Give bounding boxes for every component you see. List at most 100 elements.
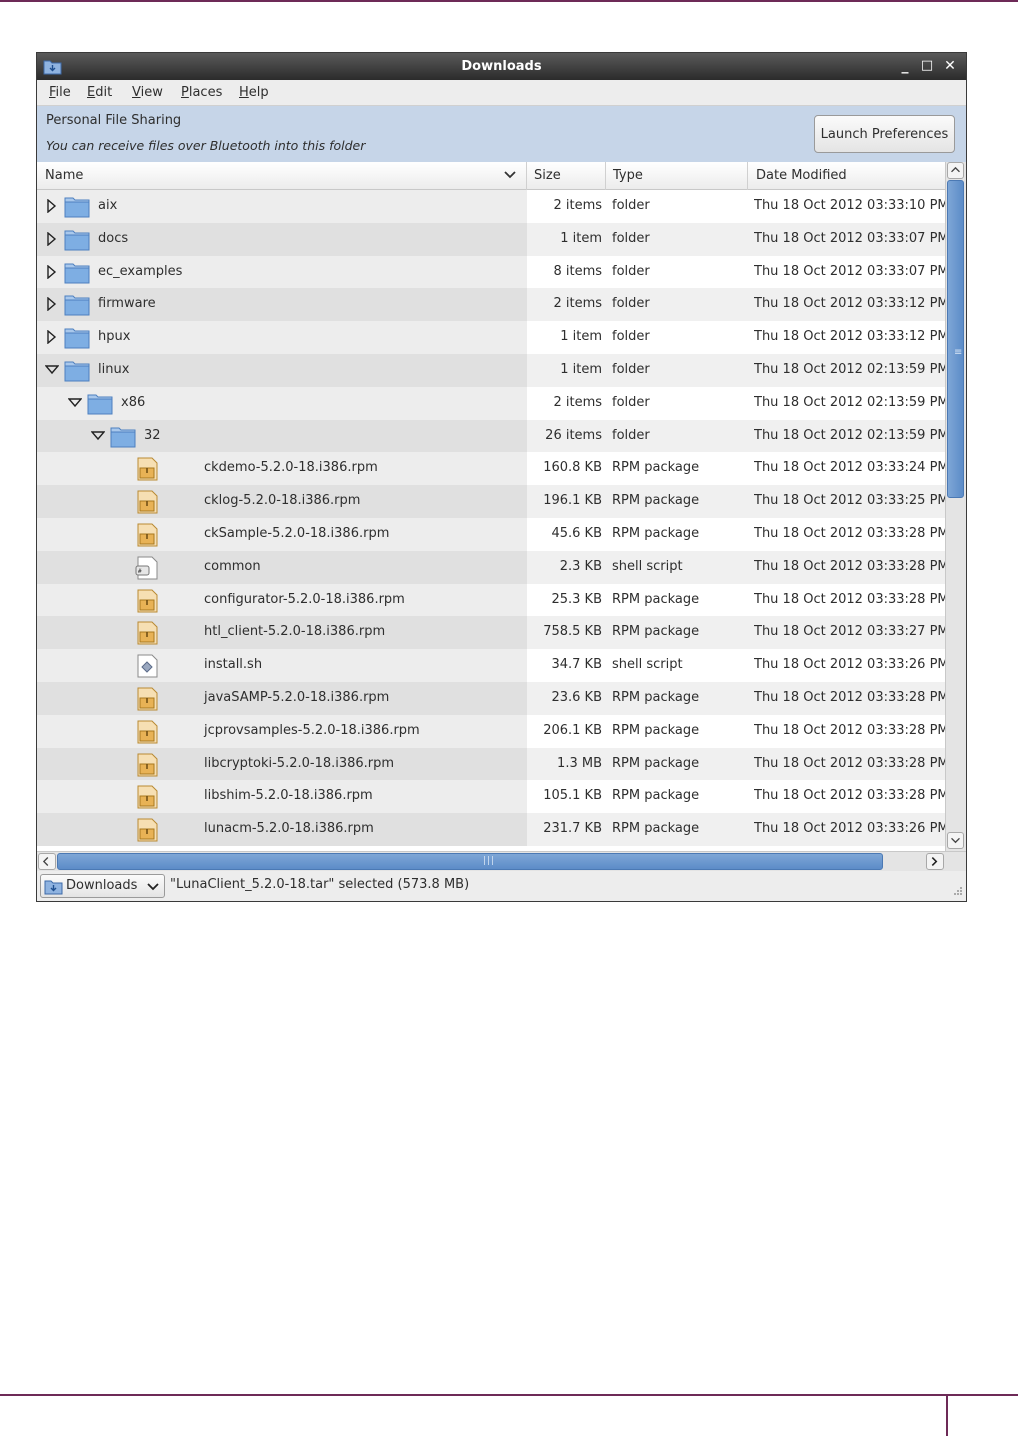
file-name: linux: [98, 362, 130, 377]
expander-expanded-icon[interactable]: [68, 396, 82, 410]
file-row[interactable]: javaSAMP-5.2.0-18.i386.rpm 23.6 KB RPM pac…: [37, 682, 945, 715]
vertical-scroll-thumb[interactable]: ≡: [947, 180, 964, 498]
file-name: ckdemo-5.2.0-18.i386.rpm: [204, 460, 378, 476]
file-type: RPM package: [612, 755, 700, 771]
file-row[interactable]: libshim-5.2.0-18.i386.rpm 105.1 KB RPM pac…: [37, 780, 945, 814]
menu-help[interactable]: Help: [239, 85, 269, 100]
expander-collapsed-icon[interactable]: [45, 231, 59, 246]
column-header-date[interactable]: Date Modified: [748, 162, 945, 190]
chevron-down-icon: [147, 883, 159, 891]
maximize-button[interactable]: □: [918, 57, 936, 75]
scroll-left-button[interactable]: [38, 853, 56, 870]
file-size: 206.1 KB: [543, 722, 602, 738]
file-date-modified: Thu 18 Oct 2012 03:33:28 PM: [754, 558, 945, 574]
expander-expanded-icon[interactable]: [91, 429, 105, 443]
file-name: javaSAMP-5.2.0-18.i386.rpm: [204, 690, 390, 705]
file-size: 231.7 KB: [543, 821, 602, 837]
folder-icon: [64, 361, 90, 382]
column-header-size-label: Size: [534, 168, 561, 183]
file-type: RPM package: [612, 722, 700, 738]
file-row[interactable]: # common 2.3 KB shell script Thu 18 Oct 2012…: [37, 550, 945, 584]
rpm-package-icon: [137, 621, 158, 645]
file-date-modified: Thu 18 Oct 2012 03:33:07 PM: [754, 230, 945, 246]
file-name: 32: [144, 427, 161, 443]
file-date-modified: Thu 18 Oct 2012 02:13:59 PM: [754, 394, 945, 410]
menu-help-label: elp: [248, 85, 269, 100]
rpm-package-icon: [137, 720, 158, 744]
file-type: RPM package: [612, 591, 700, 607]
file-name: libcryptoki-5.2.0-18.i386.rpm: [204, 755, 395, 771]
file-date-modified: Thu 18 Oct 2012 03:33:26 PM: [754, 657, 945, 673]
horizontal-scroll-thumb[interactable]: |||: [57, 853, 883, 870]
file-row[interactable]: x86 2 items folder Thu 18 Oct 2012 02:13:59…: [37, 386, 945, 420]
file-row[interactable]: lunacm-5.2.0-18.i386.rpm 231.7 KB RPM pack…: [37, 813, 945, 847]
page-footer-divider: [946, 1394, 948, 1436]
menu-edit-accel: E: [87, 85, 96, 100]
file-type: folder: [612, 362, 650, 377]
menu-view[interactable]: View: [132, 85, 163, 100]
title-bar[interactable]: Downloads _ □ ✕: [37, 53, 966, 80]
expander-collapsed-icon[interactable]: [45, 297, 59, 312]
file-list-view: Name Size Type Date Modified aix 2 items f…: [37, 162, 966, 851]
file-row[interactable]: cklog-5.2.0-18.i386.rpm 196.1 KB RPM packa…: [37, 485, 945, 519]
file-date-modified: Thu 18 Oct 2012 03:33:12 PM: [754, 329, 945, 345]
folder-icon: [87, 394, 113, 415]
scroll-right-button[interactable]: [926, 853, 944, 870]
file-row[interactable]: hpux 1 item folder Thu 18 Oct 2012 03:33:12…: [37, 321, 945, 355]
folder-icon: [64, 197, 90, 218]
file-row[interactable]: jcprovsamples-5.2.0-18.i386.rpm 206.1 KB R…: [37, 714, 945, 748]
file-row[interactable]: ec_examples 8 items folder Thu 18 Oct 2012 …: [37, 255, 945, 289]
scroll-down-button[interactable]: [947, 832, 964, 849]
file-row[interactable]: configurator-5.2.0-18.i386.rpm 25.3 KB RPM…: [37, 583, 945, 617]
location-dropdown[interactable]: Downloads: [40, 874, 165, 898]
chevron-up-icon: [951, 166, 960, 173]
minimize-button[interactable]: _: [896, 57, 914, 75]
file-row[interactable]: aix 2 items folder Thu 18 Oct 2012 03:33:10…: [37, 190, 945, 223]
page-top-rule: [0, 0, 1018, 2]
close-button[interactable]: ✕: [941, 57, 959, 75]
scroll-up-button[interactable]: [947, 162, 964, 179]
file-size: 2.3 KB: [559, 558, 602, 574]
menu-bar: File Edit View Places Help: [37, 80, 966, 106]
folder-icon: [64, 263, 90, 284]
chevron-down-icon: [951, 837, 960, 844]
file-row[interactable]: docs 1 item folder Thu 18 Oct 2012 03:33:07…: [37, 222, 945, 256]
column-header-size[interactable]: Size: [527, 162, 606, 190]
launch-preferences-button[interactable]: Launch Preferences: [814, 115, 955, 153]
file-row[interactable]: firmware 2 items folder Thu 18 Oct 2012 03:…: [37, 288, 945, 322]
file-date-modified: Thu 18 Oct 2012 02:13:59 PM: [754, 427, 945, 443]
menu-edit[interactable]: Edit: [87, 85, 112, 100]
file-name: htl_client-5.2.0-18.i386.rpm: [204, 624, 386, 640]
horizontal-scrollbar[interactable]: |||: [37, 851, 966, 871]
file-size: 23.6 KB: [551, 690, 602, 705]
file-rows: aix 2 items folder Thu 18 Oct 2012 03:33:10…: [37, 190, 945, 851]
file-row[interactable]: libcryptoki-5.2.0-18.i386.rpm 1.3 MB RPM p…: [37, 747, 945, 781]
folder-icon: [64, 295, 90, 316]
menu-view-label: iew: [140, 85, 163, 100]
file-row[interactable]: 32 26 items folder Thu 18 Oct 2012 02:13:59…: [37, 419, 945, 453]
file-name: firmware: [98, 296, 156, 312]
file-date-modified: Thu 18 Oct 2012 03:33:28 PM: [754, 690, 945, 705]
resize-grip-icon[interactable]: [951, 886, 963, 898]
file-row[interactable]: linux 1 item folder Thu 18 Oct 2012 02:13:5…: [37, 354, 945, 387]
vertical-scrollbar[interactable]: ≡: [945, 162, 966, 851]
folder-icon: [64, 328, 90, 349]
menu-places-accel: P: [181, 85, 189, 100]
expander-collapsed-icon[interactable]: [45, 330, 59, 345]
menu-places[interactable]: Places: [181, 85, 222, 100]
file-row[interactable]: htl_client-5.2.0-18.i386.rpm 758.5 KB RPM …: [37, 616, 945, 650]
menu-file[interactable]: File: [49, 85, 71, 100]
rpm-package-icon: [137, 818, 158, 842]
expander-expanded-icon[interactable]: [45, 363, 59, 377]
status-bar: Downloads "LunaClient_5.2.0-18.tar" sele…: [37, 871, 966, 901]
column-header-type[interactable]: Type: [606, 162, 748, 190]
file-row[interactable]: install.sh 34.7 KB shell script Thu 18 Oct …: [37, 649, 945, 683]
file-row[interactable]: ckSample-5.2.0-18.i386.rpm 45.6 KB RPM pac…: [37, 518, 945, 551]
expander-collapsed-icon[interactable]: [45, 199, 59, 213]
file-row[interactable]: ckdemo-5.2.0-18.i386.rpm 160.8 KB RPM pack…: [37, 452, 945, 486]
file-size: 1.3 MB: [557, 755, 602, 771]
file-date-modified: Thu 18 Oct 2012 03:33:28 PM: [754, 591, 945, 607]
name-cell-bg: [37, 649, 527, 683]
expander-collapsed-icon[interactable]: [45, 264, 59, 279]
column-header-name[interactable]: Name: [37, 162, 527, 190]
